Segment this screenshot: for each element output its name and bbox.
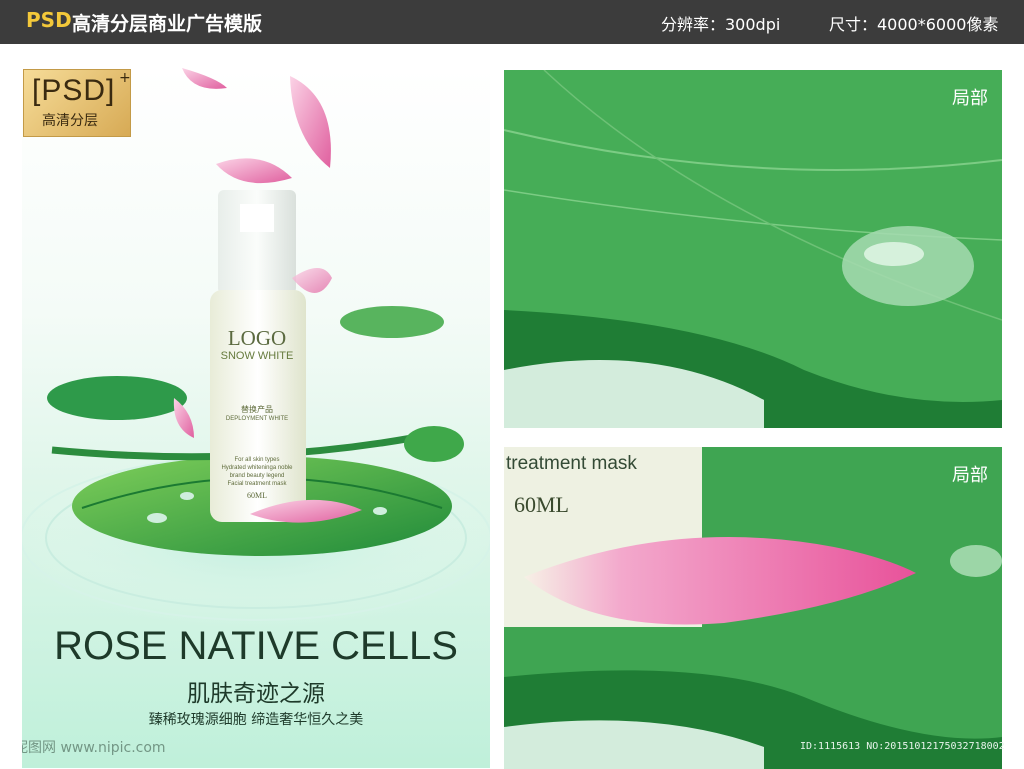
resolution-info: 分辨率：300dpi [661,15,781,34]
petal [216,158,292,184]
petal [290,76,331,168]
water-drop [950,545,1002,577]
petal [292,268,332,293]
poster-preview: [PSD] + 高清分层 LOGO SNOW WHITE 替换产品 DEPLOY… [22,68,490,768]
page-title: 高清分层商业广告模版 [72,13,263,35]
bottle-brand: SNOW WHITE [220,350,294,362]
bottle-pump [240,204,274,232]
lotus-bud [404,426,464,462]
image-id-text: ID:1115613 NO:20151012175032718002 [800,741,1005,752]
detail-treatment-text: treatment mask [506,453,637,474]
water-drop [373,507,387,515]
poster-headline: ROSE NATIVE CELLS [54,624,458,668]
badge-plus: + [119,70,131,86]
bottle-product-cn: 替换产品 [241,405,273,414]
detail-panel-petal: treatment mask 60ML 局部 [504,447,1002,769]
detail-tag: 局部 [952,88,988,109]
petal [182,68,227,89]
detail-volume-text: 60ML [514,492,569,517]
header-bar: PSD 高清分层商业广告模版 分辨率：300dpi 尺寸：4000*6000像素 [0,0,1024,44]
water-drop [842,226,974,306]
water-drop [147,513,167,523]
lily-pad-left [47,376,187,420]
bottle-desc-line: Hydrated whiteninga noble [221,465,293,471]
bottle-product-en: DEPLOYMENT WHITE [225,416,289,422]
water-drop [180,492,194,500]
poster-subtitle: 肌肤奇迹之源 [187,681,325,707]
detail-leaf-art [504,70,1002,428]
bottle-desc-line: brand beauty legend [229,473,285,479]
brand-logo: PSD [26,8,72,32]
detail-panel-leaf: 局部 [504,70,1002,428]
size-info: 尺寸：4000*6000像素 [829,15,999,34]
badge-sub: 高清分层 [42,113,98,129]
watermark: 昵图网 www.nipic.com [22,740,166,756]
bottle-description: For all skin types Hydrated whiteninga n… [212,456,302,488]
bottle-logo: LOGO [227,326,287,350]
lily-pad-small [340,306,444,338]
bottle-volume: 60ML [247,491,267,500]
bottle-desc-line: Facial treatment mask [227,481,287,487]
detail-petal-art [504,447,1002,769]
bottle-desc-line: For all skin types [234,457,280,463]
poster-tagline: 臻稀玫瑰源细胞 缔造奢华恒久之美 [148,712,364,728]
psd-badge: [PSD] + 高清分层 [23,69,131,137]
badge-main: [PSD] [32,74,116,107]
detail-tag: 局部 [952,465,988,486]
